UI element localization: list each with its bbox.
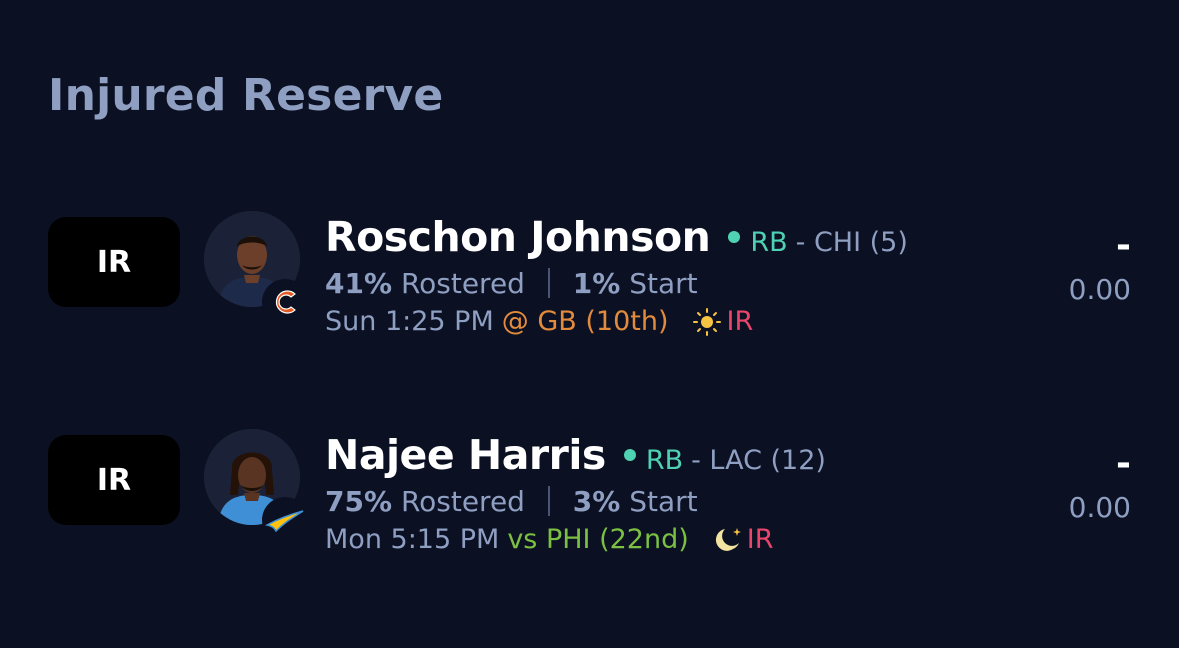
section-title: Injured Reserve: [48, 70, 444, 121]
player-name[interactable]: Najee Harris: [325, 431, 606, 479]
divider: [547, 486, 550, 516]
start-label: Start: [629, 267, 698, 300]
start-percent: 1%: [572, 267, 621, 300]
divider: [547, 268, 550, 298]
rostered-percent: 41%: [325, 267, 393, 300]
injury-status: IR: [726, 306, 754, 337]
rostered-label: Rostered: [400, 267, 525, 300]
player-name[interactable]: Roschon Johnson: [325, 213, 711, 261]
moon-icon: [713, 525, 743, 555]
player-row[interactable]: IR Najee Harris RB - LAC (12) 75% Roster…: [0, 429, 1179, 595]
team-logo-icon: [262, 497, 308, 543]
start-label: Start: [629, 485, 698, 518]
game-time: Sun 1:25 PM: [325, 306, 494, 337]
injury-status: IR: [746, 524, 774, 555]
player-team: - CHI (5): [795, 227, 908, 258]
player-position: RB: [645, 445, 684, 476]
lineup-slot-button[interactable]: IR: [48, 217, 180, 307]
points-value: 0.00: [1068, 273, 1131, 306]
player-team: - LAC (12): [691, 445, 826, 476]
lineup-slot-button[interactable]: IR: [48, 435, 180, 525]
opponent-matchup: vs PHI (22nd): [507, 524, 689, 555]
opponent-matchup: @ GB (10th): [501, 306, 669, 337]
sun-icon: [692, 307, 722, 337]
rostered-label: Rostered: [400, 485, 525, 518]
projection-value: -: [1116, 443, 1131, 484]
rostered-percent: 75%: [325, 485, 393, 518]
player-position: RB: [750, 227, 788, 258]
start-percent: 3%: [572, 485, 621, 518]
status-dot-icon: [623, 449, 636, 461]
status-dot-icon: [728, 231, 741, 243]
projection-value: -: [1116, 225, 1131, 266]
game-time: Mon 5:15 PM: [325, 524, 500, 555]
team-logo-icon: [262, 279, 308, 325]
points-value: 0.00: [1068, 491, 1131, 524]
player-row[interactable]: IR Roschon Johnson RB - CHI (5) 41% Rost…: [0, 211, 1179, 377]
